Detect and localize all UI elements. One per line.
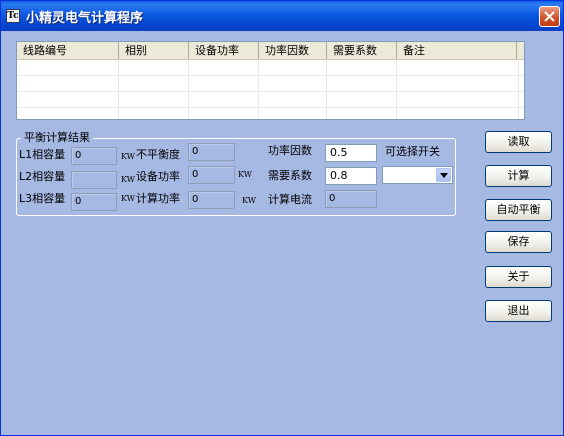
column-phase[interactable]: 相别 xyxy=(119,42,189,59)
current-label: 计算电流 xyxy=(268,193,312,206)
about-button[interactable]: 关于 xyxy=(485,266,552,288)
l1-unit: KW xyxy=(121,152,135,161)
calculate-button[interactable]: 计算 xyxy=(485,165,552,187)
l1-value: 0 xyxy=(71,147,117,165)
l3-unit: KW xyxy=(121,194,135,203)
column-remark[interactable]: 备注 xyxy=(397,42,517,59)
demand-label: 需要系数 xyxy=(268,169,312,182)
equip-power-value: 0 xyxy=(188,166,235,184)
equip-power-label: 设备功率 xyxy=(136,170,180,183)
group-title: 平衡计算结果 xyxy=(21,131,93,144)
switch-dropdown-button[interactable] xyxy=(436,168,451,182)
save-button[interactable]: 保存 xyxy=(485,231,552,253)
calc-power-unit: KW xyxy=(242,196,256,205)
calc-power-value: 0 xyxy=(188,191,235,209)
l3-value: 0 xyxy=(71,193,117,211)
current-value: 0 xyxy=(325,190,377,208)
demand-input[interactable]: 0.8 xyxy=(325,167,377,185)
l2-label: L2相容量 xyxy=(19,170,66,183)
column-demand-factor[interactable]: 需要系数 xyxy=(327,42,397,59)
l2-unit: KW xyxy=(121,175,135,184)
pf-input[interactable]: 0.5 xyxy=(325,144,377,162)
switch-select[interactable] xyxy=(382,166,453,184)
close-button[interactable] xyxy=(539,6,560,27)
column-equip-power[interactable]: 设备功率 xyxy=(189,42,259,59)
switch-select-value xyxy=(383,172,386,185)
unbalance-value: 0 xyxy=(188,143,235,161)
close-icon xyxy=(544,11,555,22)
circuit-list[interactable]: 线路编号 相别 设备功率 功率因数 需要系数 备注 xyxy=(16,41,525,120)
window-title: 小精灵电气计算程序 xyxy=(26,11,144,26)
list-header: 线路编号 相别 设备功率 功率因数 需要系数 备注 xyxy=(17,42,524,60)
column-circuit-no[interactable]: 线路编号 xyxy=(17,42,119,59)
title-bar[interactable]: Tc 小精灵电气计算程序 xyxy=(1,1,563,31)
read-button[interactable]: 读取 xyxy=(485,131,552,153)
unbalance-label: 不平衡度 xyxy=(136,148,180,161)
equip-power-unit: KW xyxy=(238,170,252,179)
auto-balance-button[interactable]: 自动平衡 xyxy=(485,199,552,221)
calc-power-label: 计算功率 xyxy=(136,192,180,205)
pf-label: 功率因数 xyxy=(268,144,312,157)
app-icon: Tc xyxy=(6,9,20,23)
switch-label: 可选择开关 xyxy=(385,145,440,158)
main-window: Tc 小精灵电气计算程序 线路编号 相别 设备功率 功率因数 需要系数 备注 平… xyxy=(0,0,564,436)
l3-label: L3相容量 xyxy=(19,192,66,205)
chevron-down-icon xyxy=(440,173,448,178)
exit-button[interactable]: 退出 xyxy=(485,300,552,322)
column-power-factor[interactable]: 功率因数 xyxy=(259,42,327,59)
l2-value xyxy=(71,171,117,189)
l1-label: L1相容量 xyxy=(19,148,66,161)
